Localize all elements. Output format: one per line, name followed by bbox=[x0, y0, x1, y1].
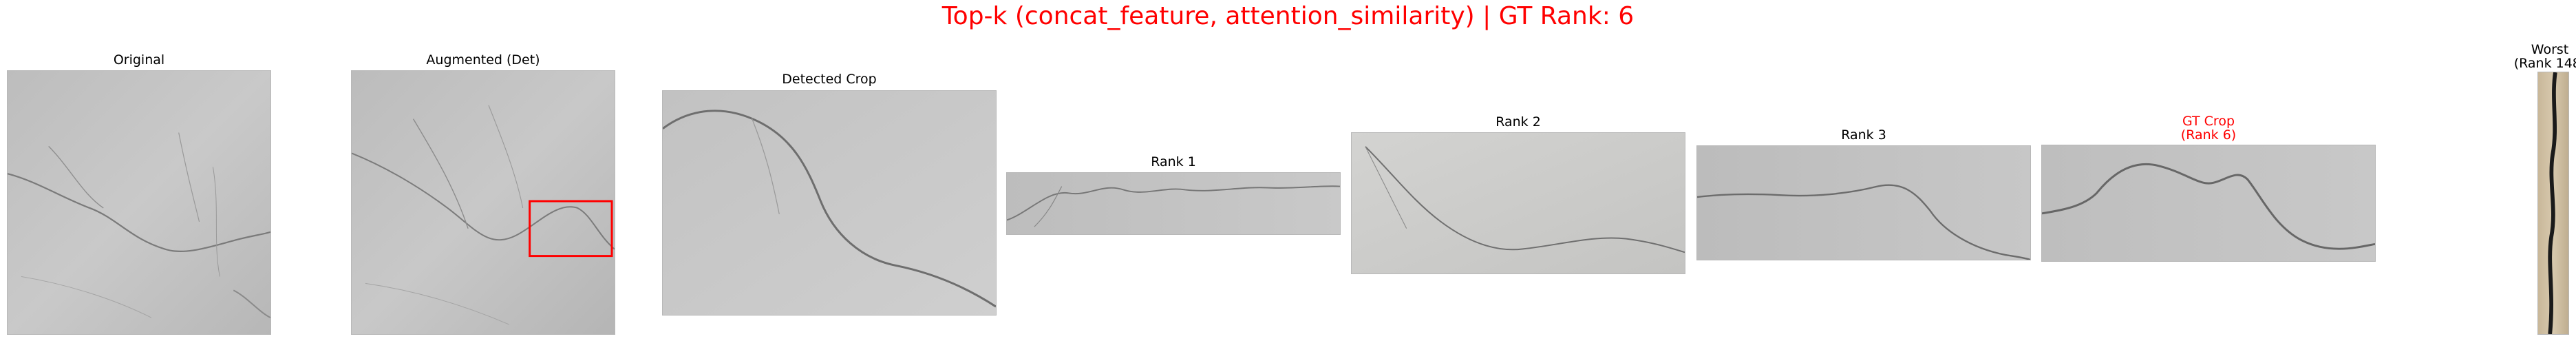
figure-title: Top-k (concat_feature, attention_similar… bbox=[941, 2, 1635, 30]
augmented-label: Augmented (Det) bbox=[426, 52, 540, 68]
gt-crop-label-line2: (Rank 6) bbox=[2180, 127, 2237, 143]
worst-label: Worst (Rank 148) bbox=[2505, 43, 2576, 70]
worst-label-line1: Worst bbox=[2531, 42, 2569, 57]
rank2-label: Rank 2 bbox=[1495, 114, 1541, 130]
rank1-label: Rank 1 bbox=[1151, 154, 1196, 169]
original-label: Original bbox=[113, 52, 165, 68]
rank3-label: Rank 3 bbox=[1841, 127, 1886, 143]
gt-crop-image bbox=[2041, 145, 2376, 262]
detected-crop-label: Detected Crop bbox=[782, 72, 877, 87]
augmented-image bbox=[351, 70, 615, 335]
rank1-image bbox=[1006, 172, 1341, 235]
rank3-image bbox=[1696, 145, 2031, 260]
original-image bbox=[7, 70, 271, 335]
detected-crop-image bbox=[662, 90, 997, 316]
gt-crop-label: GT Crop (Rank 6) bbox=[2041, 114, 2376, 142]
gt-crop-label-line1: GT Crop bbox=[2182, 114, 2235, 129]
worst-label-line2: (Rank 148) bbox=[2513, 56, 2576, 71]
rank2-image bbox=[1351, 132, 1685, 274]
worst-image bbox=[2537, 72, 2569, 335]
